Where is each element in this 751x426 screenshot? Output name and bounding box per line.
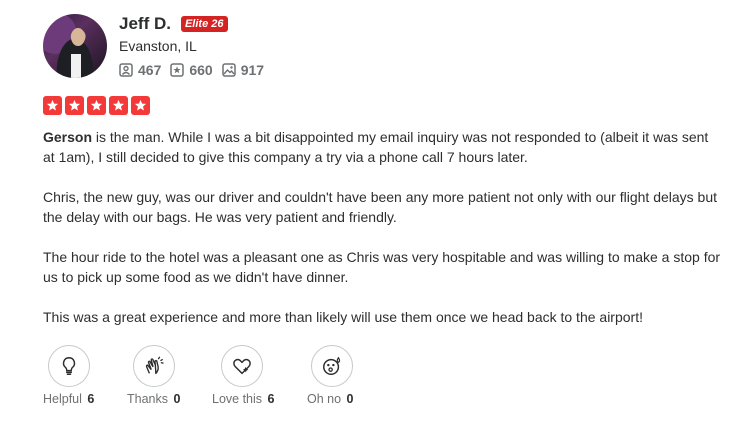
love-this-text: Love this [212,392,263,406]
helpful-label: Helpful 6 [43,392,94,406]
star-rating [43,96,153,115]
lightbulb-icon [62,357,76,375]
review-paragraph-3: The hour ride to the hotel was a pleasan… [43,249,721,285]
star-icon [43,96,62,115]
avatar-shirt [71,54,81,78]
review-paragraph-2: Chris, the new guy, was our driver and c… [43,189,718,225]
user-name[interactable]: Jeff D. [119,14,171,34]
star-icon [65,96,84,115]
oh-no-count: 0 [346,392,354,406]
review-paragraph-1-text: is the man. While I was a bit disappoint… [43,129,709,165]
helpful-count: 6 [87,392,95,406]
heart-icon [233,358,251,375]
star-icon [109,96,128,115]
reaction-thanks: Thanks 0 [127,345,212,406]
friends-icon [119,63,133,77]
review-star-icon [170,63,185,77]
thanks-button[interactable] [133,345,175,387]
review-paragraph-1: Gerson is the man. While I was a bit dis… [43,127,723,167]
reaction-love: Love this 6 [212,345,307,406]
reaction-oh-no: Oh no 0 [307,345,377,406]
helpful-button[interactable] [48,345,90,387]
thanks-label: Thanks 0 [127,392,180,406]
reaction-helpful: Helpful 6 [43,345,127,406]
love-this-label: Love this 6 [212,392,274,406]
photos-count: 917 [240,62,265,78]
reviews-count: 660 [189,62,213,78]
surprised-face-icon [323,356,341,375]
avatar-face [71,28,85,46]
clapping-hands-icon [145,356,164,375]
elite-badge: Elite 26 [180,16,228,32]
user-avatar[interactable] [43,14,107,78]
user-name-row: Jeff D. Elite 26 [119,14,228,34]
review-text: Gerson is the man. While I was a bit dis… [43,127,723,347]
star-icon [87,96,106,115]
friends-stat: 467 [119,62,161,78]
love-this-button[interactable] [221,345,263,387]
photo-icon [221,63,236,77]
user-stats: 467 660 917 [119,62,273,78]
review-bold-name: Gerson [43,129,93,145]
photos-stat: 917 [221,62,265,78]
reviews-stat: 660 [170,62,213,78]
oh-no-text: Oh no [307,392,342,406]
thanks-count: 0 [173,392,181,406]
review-paragraph-4: This was a great experience and more tha… [43,309,643,325]
thanks-text: Thanks [127,392,168,406]
star-icon [131,96,150,115]
user-location: Evanston, IL [119,38,197,54]
friends-count: 467 [138,62,162,78]
oh-no-label: Oh no 0 [307,392,354,406]
love-this-count: 6 [267,392,275,406]
reaction-bar: Helpful 6 Thanks 0 Love this 6 Oh no 0 [43,345,377,406]
oh-no-button[interactable] [311,345,353,387]
helpful-text: Helpful [43,392,82,406]
